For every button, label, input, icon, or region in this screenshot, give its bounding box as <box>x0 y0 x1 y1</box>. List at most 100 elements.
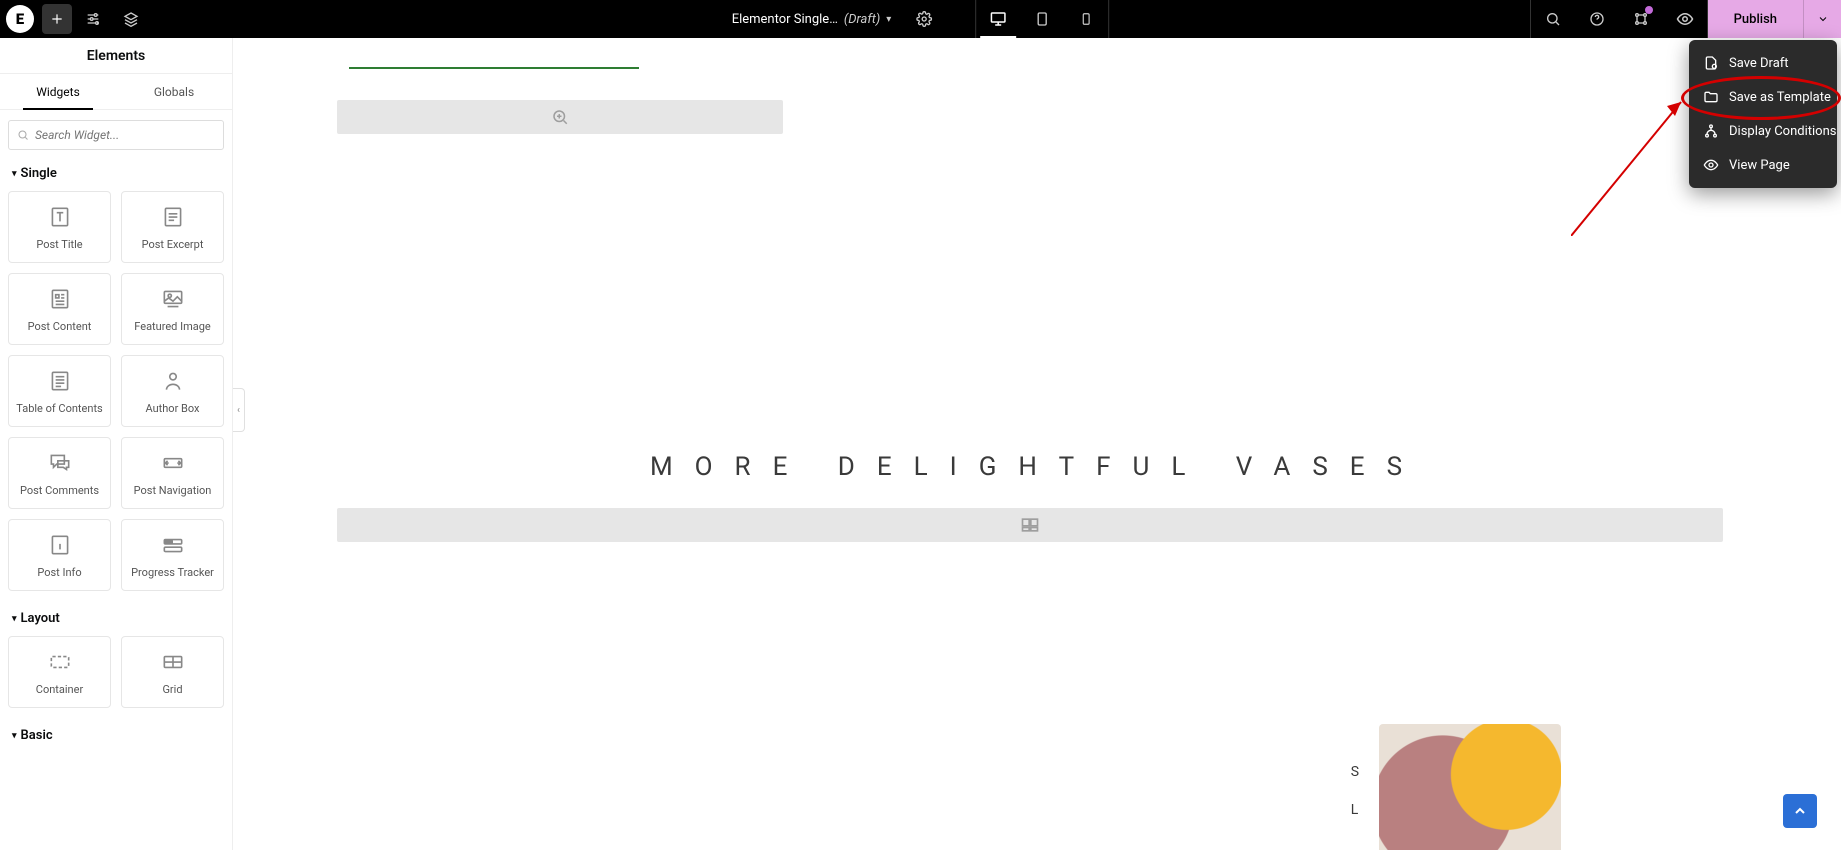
add-element-button[interactable] <box>42 4 72 34</box>
widget-grid[interactable]: Grid <box>121 636 224 708</box>
widgets-grid-layout: Container Grid <box>0 630 232 722</box>
elementor-logo-button[interactable]: E <box>0 0 40 39</box>
widget-label: Grid <box>162 683 182 696</box>
widget-container[interactable]: Container <box>8 636 111 708</box>
structure-button[interactable] <box>112 0 150 38</box>
widget-label: Post Excerpt <box>142 238 204 251</box>
elements-panel: Elements Widgets Globals ▾ Single Post Ti… <box>0 38 233 850</box>
preview-button[interactable] <box>1663 0 1707 38</box>
publish-dropdown-menu: Save Draft Save as Template Display Cond… <box>1689 40 1837 188</box>
topbar-left-group: E <box>0 0 150 39</box>
caret-down-icon: ▾ <box>12 731 17 741</box>
layers-icon <box>123 11 139 27</box>
widget-post-title[interactable]: Post Title <box>8 191 111 263</box>
panel-tabs: Widgets Globals <box>0 74 232 110</box>
post-content-icon <box>47 286 73 312</box>
category-label: Basic <box>21 728 53 743</box>
tab-globals[interactable]: Globals <box>116 74 232 109</box>
search-box[interactable] <box>8 120 224 150</box>
chevron-down-icon: ▾ <box>886 14 891 25</box>
save-as-template-menu-item[interactable]: Save as Template <box>1689 80 1837 114</box>
topbar-right-group: Publish <box>1530 0 1841 38</box>
widget-table-of-contents[interactable]: Table of Contents <box>8 355 111 427</box>
chevron-down-icon <box>1817 13 1829 25</box>
collapse-panel-handle[interactable]: ‹ <box>233 388 245 432</box>
search-container <box>0 110 232 160</box>
responsive-devices-group <box>975 0 1109 38</box>
widgets-grid-single: Post Title Post Excerpt Post Content Fea… <box>0 185 232 605</box>
widget-post-info[interactable]: Post Info <box>8 519 111 591</box>
chevron-up-icon <box>1792 803 1808 819</box>
draft-label: (Draft) <box>844 12 880 27</box>
search-icon <box>1545 11 1561 27</box>
section-placeholder-top[interactable] <box>337 68 783 134</box>
top-bar: E Elementor Single… (Draft) ▾ <box>0 0 1841 38</box>
finder-button[interactable] <box>1531 0 1575 38</box>
tab-widgets[interactable]: Widgets <box>0 74 116 109</box>
widget-featured-image[interactable]: Featured Image <box>121 273 224 345</box>
category-layout-toggle[interactable]: ▾Layout <box>0 605 232 630</box>
post-info-icon <box>47 532 73 558</box>
help-button[interactable] <box>1575 0 1619 38</box>
widget-label: Featured Image <box>134 320 210 333</box>
document-title-dropdown[interactable]: Elementor Single… (Draft) ▾ <box>732 12 892 27</box>
category-basic-toggle[interactable]: ▾ Basic <box>0 722 232 747</box>
magnify-plus-icon <box>551 108 569 126</box>
canvas-heading[interactable]: MORE DELIGHTFUL VASES <box>233 452 1841 482</box>
menu-item-label: Save Draft <box>1729 56 1789 71</box>
widget-label: Table of Contents <box>16 402 102 415</box>
widget-post-content[interactable]: Post Content <box>8 273 111 345</box>
widget-placeholder-loop[interactable] <box>337 508 1723 542</box>
save-draft-menu-item[interactable]: Save Draft <box>1689 46 1837 80</box>
desktop-device-button[interactable] <box>976 0 1020 38</box>
tablet-icon <box>1034 11 1050 27</box>
product-image[interactable] <box>1379 724 1561 850</box>
widget-label: Author Box <box>145 402 199 415</box>
publish-button[interactable]: Publish <box>1708 0 1803 38</box>
caret-down-icon: ▾ <box>12 614 17 624</box>
publish-options-button[interactable] <box>1803 0 1841 38</box>
toc-icon <box>47 368 73 394</box>
post-nav-icon <box>160 450 186 476</box>
menu-item-label: Display Conditions <box>1729 124 1836 139</box>
eye-icon <box>1676 10 1694 28</box>
topbar-center-group: Elementor Single… (Draft) ▾ <box>732 0 1110 38</box>
post-excerpt-icon <box>160 204 186 230</box>
vertical-letter: S <box>1351 764 1361 780</box>
widget-label: Post Title <box>36 238 82 251</box>
search-input[interactable] <box>35 128 215 142</box>
mobile-device-button[interactable] <box>1064 0 1108 38</box>
widget-post-excerpt[interactable]: Post Excerpt <box>121 191 224 263</box>
mobile-icon <box>1079 12 1093 26</box>
loop-grid-icon <box>1020 515 1040 535</box>
tablet-device-button[interactable] <box>1020 0 1064 38</box>
caret-down-icon: ▾ <box>12 169 17 179</box>
notifications-button[interactable] <box>1619 0 1663 38</box>
editor-canvas[interactable]: ‹ MORE DELIGHTFUL VASES S L <box>233 38 1841 850</box>
widget-label: Post Content <box>28 320 92 333</box>
widget-post-navigation[interactable]: Post Navigation <box>121 437 224 509</box>
chevron-left-icon: ‹ <box>237 405 240 416</box>
widget-author-box[interactable]: Author Box <box>121 355 224 427</box>
display-conditions-menu-item[interactable]: Display Conditions <box>1689 114 1837 148</box>
widget-label: Post Navigation <box>134 484 212 497</box>
page-settings-button[interactable] <box>905 0 943 38</box>
desktop-icon <box>989 10 1007 28</box>
menu-item-label: Save as Template <box>1729 90 1831 105</box>
category-label: Single <box>21 166 57 181</box>
widget-placeholder[interactable] <box>337 100 783 134</box>
widget-post-comments[interactable]: Post Comments <box>8 437 111 509</box>
scroll-to-top-button[interactable] <box>1783 794 1817 828</box>
category-single-toggle[interactable]: ▾ Single <box>0 160 232 185</box>
widget-progress-tracker[interactable]: Progress Tracker <box>121 519 224 591</box>
file-icon <box>1703 55 1719 71</box>
widget-label: Post Comments <box>20 484 99 497</box>
panel-title: Elements <box>0 38 232 74</box>
search-icon <box>17 129 29 141</box>
flow-icon <box>1703 123 1719 139</box>
author-box-icon <box>160 368 186 394</box>
widget-label: Progress Tracker <box>131 566 214 579</box>
selection-indicator <box>349 67 639 69</box>
view-page-menu-item[interactable]: View Page <box>1689 148 1837 182</box>
site-settings-button[interactable] <box>74 0 112 38</box>
